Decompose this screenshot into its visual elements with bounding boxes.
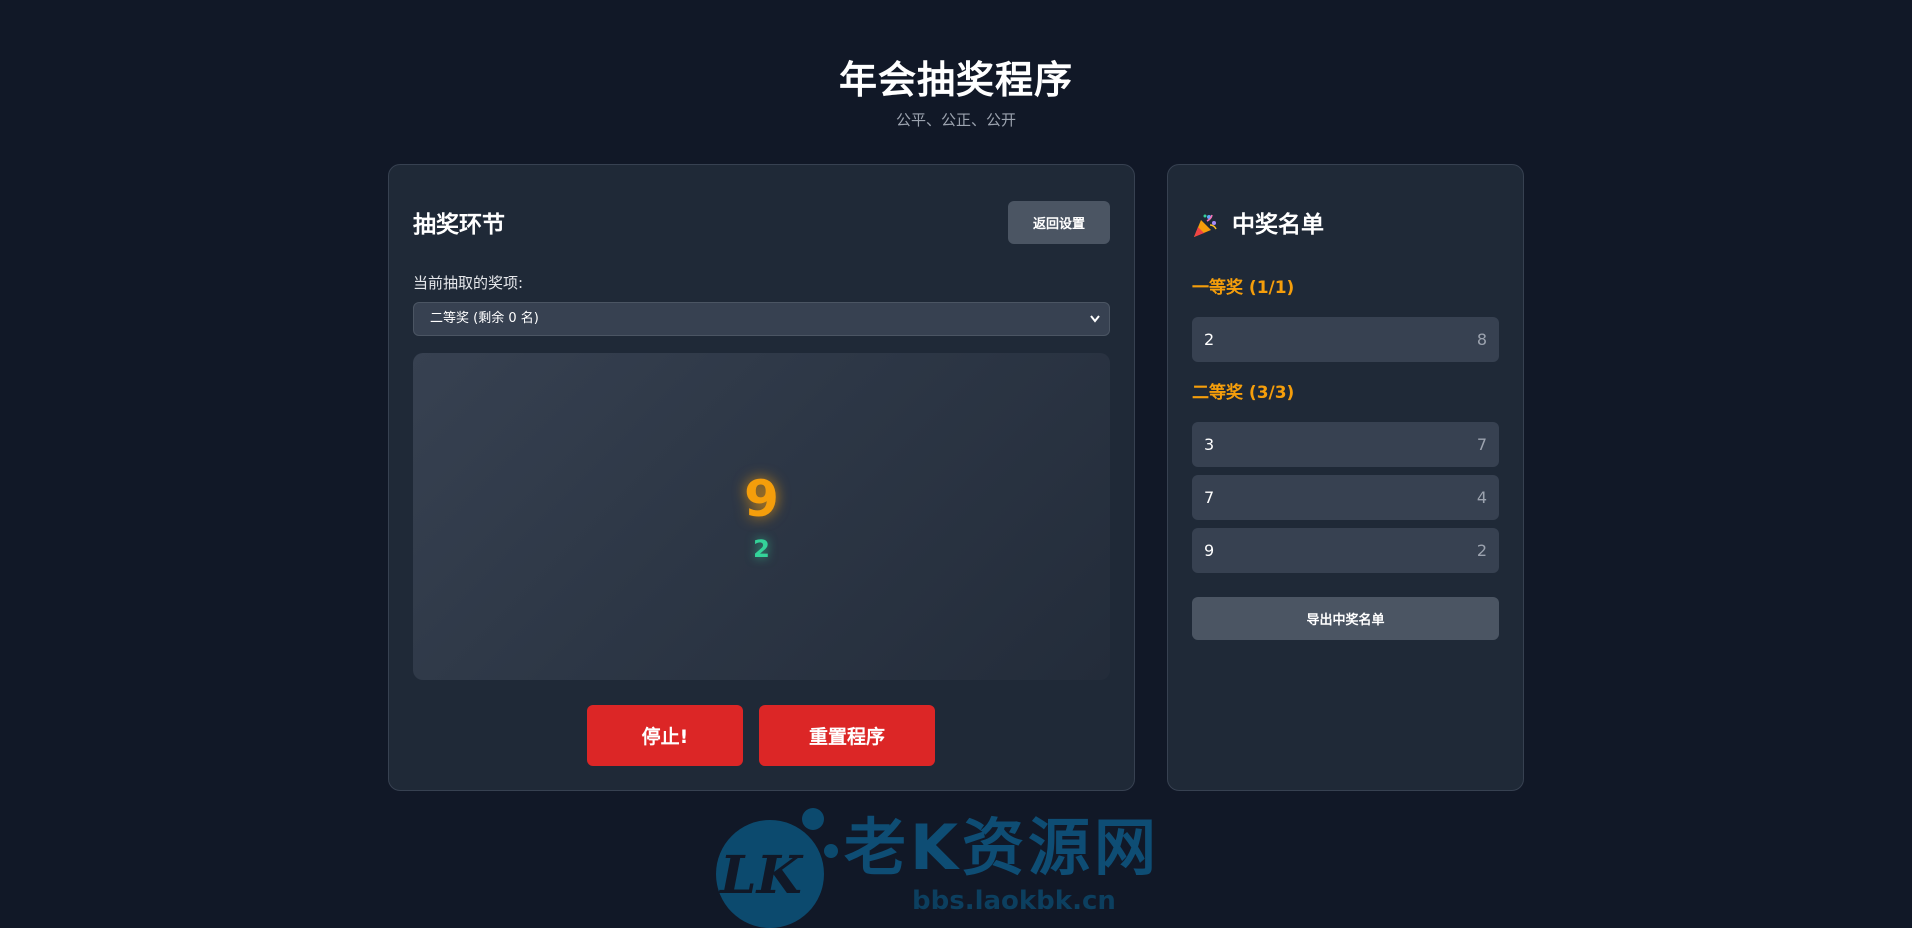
watermark-text: 老K资源网	[844, 811, 1161, 884]
current-draw-number: 9	[744, 470, 779, 528]
winner-number: 4	[1476, 488, 1487, 507]
prize-select[interactable]: 二等奖 (剩余 0 名)	[413, 302, 1110, 336]
draw-panel-title: 抽奖环节	[413, 212, 505, 238]
page-header: 年会抽奖程序 公平、公正、公开	[0, 56, 1912, 130]
page-title: 年会抽奖程序	[838, 58, 1073, 102]
winner-name: 7	[1204, 488, 1215, 507]
winners-panel: 中奖名单 一等奖 (1/1) 2 8 二等奖 (3/3) 3 7 7 4 9 2…	[1167, 164, 1524, 791]
winner-row: 7 4	[1192, 475, 1499, 520]
draw-panel: 抽奖环节 返回设置 当前抽取的奖项: 二等奖 (剩余 0 名) 9 2 停止! …	[388, 164, 1135, 791]
winner-row: 3 7	[1192, 422, 1499, 467]
winner-row: 2 8	[1192, 317, 1499, 362]
current-draw-subnumber: 2	[753, 535, 770, 563]
prize-select-value: 二等奖 (剩余 0 名)	[430, 311, 539, 326]
back-to-settings-button[interactable]: 返回设置	[1008, 201, 1110, 244]
reset-button[interactable]: 重置程序	[759, 705, 935, 766]
winner-number: 2	[1476, 541, 1487, 560]
watermark-splash	[802, 808, 824, 830]
party-popper-icon	[1192, 213, 1218, 239]
watermark-splash	[824, 844, 838, 858]
page-subtitle: 公平、公正、公开	[895, 111, 1016, 129]
watermark: LK 老K资源网 bbs.laokbk.cn	[716, 806, 1196, 928]
winner-number: 8	[1476, 330, 1487, 349]
winner-number: 7	[1476, 435, 1487, 454]
export-winners-button[interactable]: 导出中奖名单	[1192, 597, 1499, 640]
stop-button[interactable]: 停止!	[587, 705, 743, 766]
prize-select-label: 当前抽取的奖项:	[413, 274, 524, 292]
first-prize-title: 一等奖 (1/1)	[1192, 278, 1295, 298]
second-prize-title: 二等奖 (3/3)	[1192, 383, 1295, 403]
winners-title: 中奖名单	[1232, 212, 1324, 238]
winner-name: 9	[1204, 541, 1215, 560]
watermark-url: bbs.laokbk.cn	[912, 886, 1116, 916]
chevron-down-icon	[1089, 303, 1101, 348]
winner-row: 9 2	[1192, 528, 1499, 573]
winner-name: 2	[1204, 330, 1215, 349]
winner-name: 3	[1204, 435, 1215, 454]
watermark-logo-letters: LK	[720, 845, 802, 906]
draw-display: 9 2	[413, 353, 1110, 680]
